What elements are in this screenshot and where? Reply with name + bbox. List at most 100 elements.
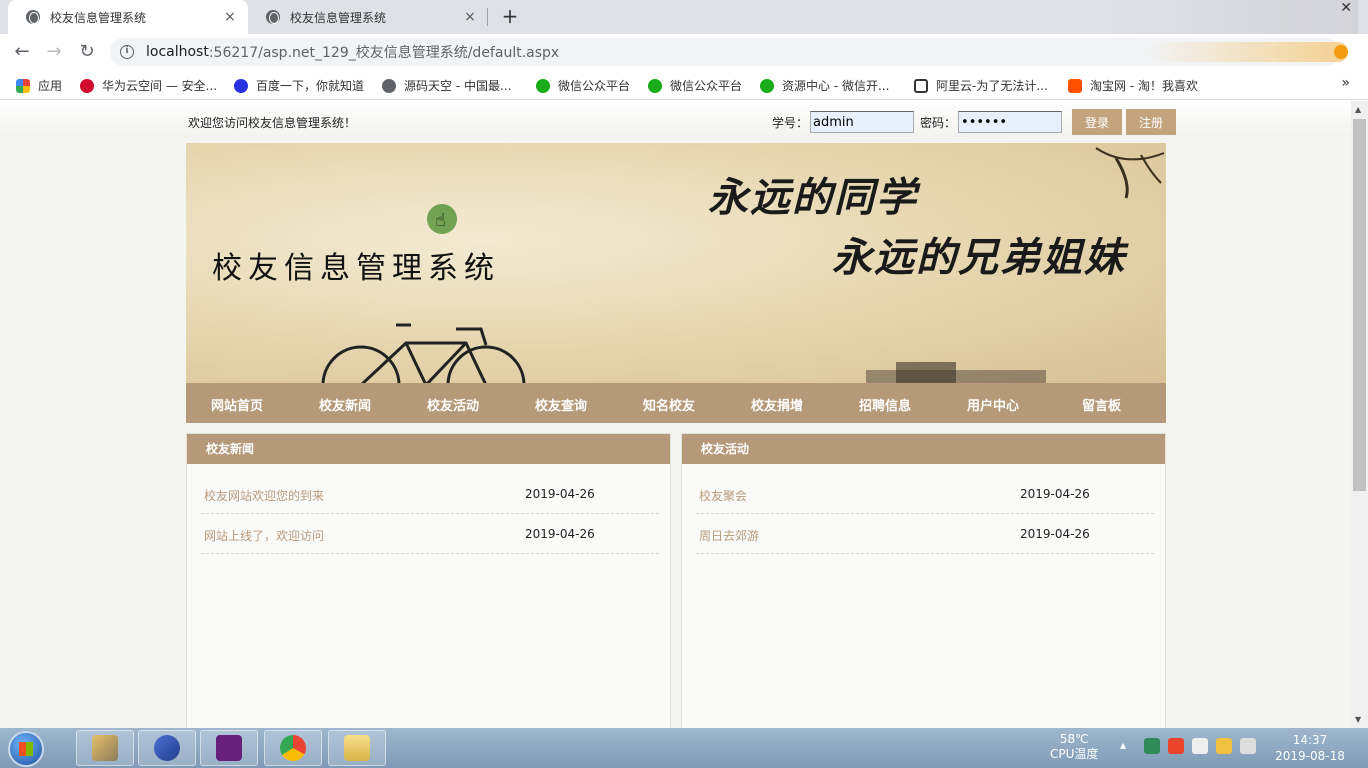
site-banner: 校友信息管理系统 永远的同学 永远的兄弟姐妹 [186, 143, 1166, 383]
password-input[interactable] [958, 111, 1063, 133]
page-viewport: 欢迎您访问校友信息管理系统！ 学号： 密码： 登录 注册 校友信息管理系统 永远… [0, 101, 1351, 728]
tools-icon [92, 735, 118, 761]
window-controls: ✕ [1108, 0, 1358, 34]
bicycle-image [321, 323, 526, 383]
tray-arrow-icon[interactable]: ▴ [1120, 738, 1136, 754]
nav-item-activities[interactable]: 校友活动 [427, 395, 479, 414]
bookmark-item[interactable]: 微信公众平台 [536, 77, 630, 94]
nav-item-jobs[interactable]: 招聘信息 [859, 395, 911, 414]
bookmarks-more-icon[interactable]: » [1341, 75, 1350, 91]
globe-icon [382, 78, 396, 93]
tray-app-icon[interactable] [1144, 738, 1160, 754]
taskbar-app-infinity[interactable] [138, 730, 196, 766]
nav-item-search[interactable]: 校友查询 [535, 395, 587, 414]
bookmark-item[interactable]: 阿里云-为了无法计... [914, 77, 1048, 94]
cpu-temp-value: 58℃ [1059, 732, 1089, 746]
aliyun-icon [914, 78, 928, 93]
activities-panel: 校友活动 校友聚会 2019-04-26 周日去郊游 2019-04-26 [681, 433, 1166, 728]
vertical-scrollbar[interactable]: ▲ ▼ [1351, 101, 1368, 728]
clipboard-icon[interactable] [1192, 738, 1208, 754]
url-path: :56217/asp.net_129_校友信息管理系统/default.aspx [208, 45, 560, 61]
activity-date: 2019-04-26 [1020, 487, 1090, 501]
taskbar-app-visual-studio[interactable] [200, 730, 258, 766]
mouse-cursor-icon [427, 204, 457, 234]
bookmarks-bar: 应用 华为云空间 — 安全... 百度一下，你就知道 源码天空 - 中国最...… [0, 70, 1368, 100]
nav-item-famous[interactable]: 知名校友 [643, 395, 695, 414]
student-id-label: 学号： [772, 115, 809, 130]
tab-title: 校友信息管理系统 [50, 10, 147, 25]
login-form: 学号： 密码： 登录 注册 [772, 109, 1177, 135]
main-nav: 网站首页 校友新闻 校友活动 校友查询 知名校友 校友捐增 招聘信息 用户中心 … [186, 383, 1166, 423]
taskbar-app-tools[interactable] [76, 730, 134, 766]
banner-slogan-1: 永远的同学 [708, 174, 918, 221]
banner-slogan-2: 永远的兄弟姐妹 [832, 234, 1126, 281]
cpu-temp-label: CPU温度 [1050, 747, 1099, 761]
nav-item-news[interactable]: 校友新闻 [319, 395, 371, 414]
nav-item-user-center[interactable]: 用户中心 [967, 395, 1019, 414]
activity-link[interactable]: 校友聚会 [699, 487, 747, 504]
nav-item-donation[interactable]: 校友捐增 [751, 395, 803, 414]
reload-icon[interactable]: ↻ [75, 40, 99, 64]
welcome-text: 欢迎您访问校友信息管理系统！ [188, 116, 357, 130]
info-icon[interactable]: i [120, 45, 134, 59]
start-button[interactable] [8, 731, 44, 767]
wechat-icon [648, 78, 662, 93]
news-link[interactable]: 网站上线了，欢迎访问 [204, 527, 324, 544]
nav-item-guestbook[interactable]: 留言板 [1082, 395, 1121, 414]
list-item: 校友聚会 2019-04-26 [696, 474, 1154, 514]
apps-icon [16, 78, 30, 93]
huawei-icon [80, 78, 94, 93]
list-item: 网站上线了，欢迎访问 2019-04-26 [201, 514, 659, 554]
bookmark-item[interactable]: 微信公众平台 [648, 77, 742, 94]
scroll-up-icon[interactable]: ▲ [1355, 105, 1361, 114]
sogou-icon[interactable] [1168, 738, 1184, 754]
folder-icon [344, 735, 370, 761]
taskbar-app-explorer[interactable] [328, 730, 386, 766]
system-tray: ▴ [1120, 738, 1256, 754]
visual-studio-icon [216, 735, 242, 761]
taskbar-app-chrome[interactable] [264, 730, 322, 766]
forward-arrow-icon[interactable]: → [42, 40, 66, 64]
window-close-icon[interactable]: ✕ [1340, 0, 1352, 16]
news-link[interactable]: 校友网站欢迎您的到来 [204, 487, 324, 504]
back-arrow-icon[interactable]: ← [10, 40, 34, 64]
extension-icon[interactable] [1148, 42, 1348, 62]
tab-title: 校友信息管理系统 [290, 10, 387, 25]
infinity-icon [154, 735, 180, 761]
activity-date: 2019-04-26 [1020, 527, 1090, 541]
bookmark-item[interactable]: 资源中心 - 微信开... [760, 77, 889, 94]
system-clock[interactable]: 14:37 2019-08-18 [1270, 732, 1350, 764]
address-bar-row: ← → ↻ i localhost:56217/asp.net_129_校友信息… [0, 34, 1368, 70]
list-item: 校友网站欢迎您的到来 2019-04-26 [201, 474, 659, 514]
news-panel-title: 校友新闻 [187, 434, 670, 464]
url-host: localhost [146, 44, 209, 60]
bookmark-item[interactable]: 源码天空 - 中国最... [382, 77, 511, 94]
volume-muted-icon[interactable] [1240, 738, 1256, 754]
browser-tab-strip: 校友信息管理系统 × 校友信息管理系统 × + ✕ [0, 0, 1368, 34]
register-button[interactable]: 注册 [1126, 109, 1177, 135]
scroll-down-icon[interactable]: ▼ [1355, 715, 1361, 724]
blurred-scenery-image [866, 362, 1046, 383]
tab-close-icon[interactable]: × [222, 9, 238, 25]
browser-tab-active[interactable]: 校友信息管理系统 × [8, 0, 248, 34]
scrollbar-thumb[interactable] [1353, 119, 1366, 491]
activities-panel-title: 校友活动 [682, 434, 1165, 464]
bookmark-item[interactable]: 百度一下，你就知道 [234, 77, 364, 94]
news-panel: 校友新闻 校友网站欢迎您的到来 2019-04-26 网站上线了，欢迎访问 20… [186, 433, 671, 728]
tab-close-icon[interactable]: × [462, 9, 478, 25]
taobao-icon [1068, 78, 1082, 93]
network-icon[interactable] [1216, 738, 1232, 754]
nav-item-home[interactable]: 网站首页 [211, 395, 263, 414]
tab-separator [487, 8, 488, 26]
cpu-temperature: 58℃ CPU温度 [1050, 732, 1098, 762]
bookmark-item[interactable]: 应用 [16, 77, 62, 94]
bookmark-item[interactable]: 淘宝网 - 淘！我喜欢 [1068, 77, 1198, 94]
activity-link[interactable]: 周日去郊游 [699, 527, 759, 544]
news-date: 2019-04-26 [525, 487, 595, 501]
browser-tab[interactable]: 校友信息管理系统 × [248, 0, 488, 34]
bookmark-item[interactable]: 华为云空间 — 安全... [80, 77, 217, 94]
wechat-icon [536, 78, 550, 93]
new-tab-button[interactable]: + [498, 4, 522, 28]
student-id-input[interactable] [810, 111, 915, 133]
login-button[interactable]: 登录 [1072, 109, 1123, 135]
